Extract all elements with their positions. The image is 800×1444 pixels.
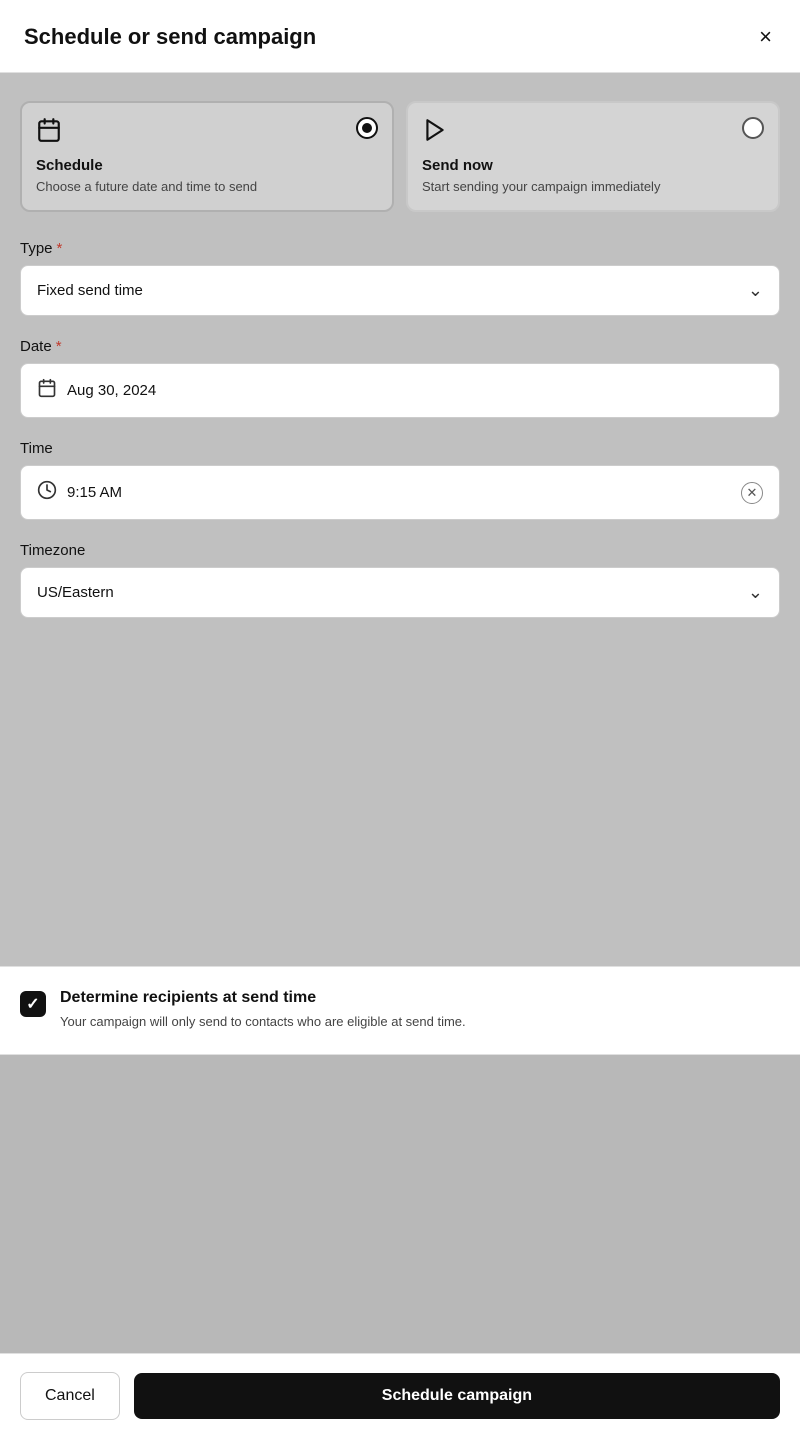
schedule-card-title: Schedule — [36, 157, 378, 174]
recipients-checkbox-title: Determine recipients at send time — [60, 989, 780, 1007]
send-now-option-card[interactable]: Send now Start sending your campaign imm… — [406, 101, 780, 212]
gray-spacer — [0, 1055, 800, 1353]
schedule-card-desc: Choose a future date and time to send — [36, 178, 378, 196]
date-label: Date * — [20, 338, 780, 355]
send-now-radio[interactable] — [742, 117, 764, 139]
type-chevron-icon: ⌄ — [748, 280, 763, 301]
type-dropdown[interactable]: Fixed send time ⌄ — [20, 265, 780, 316]
close-button[interactable]: × — [755, 22, 776, 52]
recipients-checkbox[interactable]: ✓ — [20, 991, 46, 1017]
schedule-option-card[interactable]: Schedule Choose a future date and time t… — [20, 101, 394, 212]
time-clear-icon[interactable]: ✕ — [741, 482, 763, 504]
checkmark-icon: ✓ — [26, 994, 39, 1014]
schedule-campaign-button[interactable]: Schedule campaign — [134, 1373, 780, 1419]
send-now-card-icon — [422, 117, 448, 149]
modal-header: Schedule or send campaign × — [0, 0, 800, 73]
timezone-value: US/Eastern — [37, 584, 114, 601]
cancel-button[interactable]: Cancel — [20, 1372, 120, 1420]
modal-footer: Cancel Schedule campaign — [0, 1353, 800, 1444]
option-cards-row: Schedule Choose a future date and time t… — [20, 101, 780, 212]
date-input[interactable]: Aug 30, 2024 — [20, 363, 780, 418]
time-value: 9:15 AM — [67, 484, 122, 501]
modal-content: Schedule Choose a future date and time t… — [0, 73, 800, 966]
schedule-radio[interactable] — [356, 117, 378, 139]
send-now-card-desc: Start sending your campaign immediately — [422, 178, 764, 196]
recipients-checkbox-section: ✓ Determine recipients at send time Your… — [0, 966, 800, 1055]
timezone-field-group: Timezone US/Eastern ⌄ — [20, 542, 780, 618]
clock-icon — [37, 480, 57, 505]
type-field-group: Type * Fixed send time ⌄ — [20, 240, 780, 316]
timezone-dropdown[interactable]: US/Eastern ⌄ — [20, 567, 780, 618]
modal-title: Schedule or send campaign — [24, 24, 316, 50]
timezone-chevron-icon: ⌄ — [748, 582, 763, 603]
type-label: Type * — [20, 240, 780, 257]
recipients-checkbox-desc: Your campaign will only send to contacts… — [60, 1012, 780, 1032]
time-input[interactable]: 9:15 AM ✕ — [20, 465, 780, 520]
send-now-card-title: Send now — [422, 157, 764, 174]
modal-container: Schedule or send campaign × — [0, 0, 800, 1444]
schedule-card-icon — [36, 117, 62, 149]
time-label: Time — [20, 440, 780, 457]
timezone-label: Timezone — [20, 542, 780, 559]
calendar-icon — [37, 378, 57, 403]
date-required-star: * — [56, 338, 62, 355]
recipients-text-group: Determine recipients at send time Your c… — [60, 989, 780, 1032]
date-value: Aug 30, 2024 — [67, 382, 156, 399]
type-value: Fixed send time — [37, 282, 143, 299]
time-field-group: Time 9:15 AM ✕ — [20, 440, 780, 520]
type-required-star: * — [57, 240, 63, 257]
date-field-group: Date * Aug 30, 2024 — [20, 338, 780, 418]
